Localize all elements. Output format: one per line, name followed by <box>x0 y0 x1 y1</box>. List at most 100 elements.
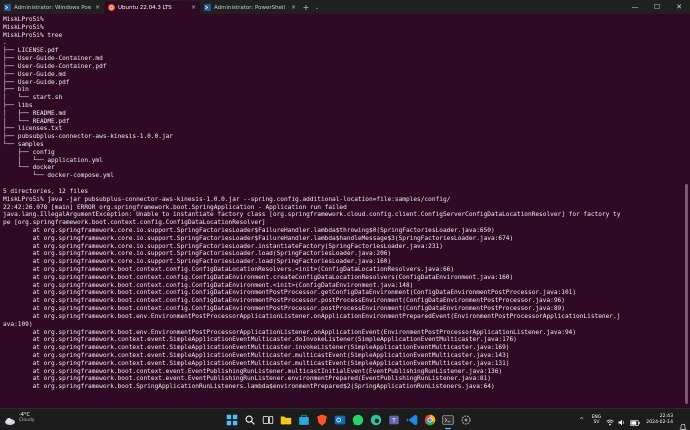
terminal-line: at org.springframework.boot.env.Environm… <box>3 328 577 336</box>
terminal-line: ├── config <box>3 148 55 156</box>
terminal-line: ├── libs <box>3 101 33 109</box>
terminal-icon <box>442 415 454 425</box>
battery-icon[interactable] <box>630 411 640 430</box>
scrollbar[interactable] <box>683 14 690 408</box>
terminal-line: at org.springframework.boot.context.even… <box>3 375 492 383</box>
tab-windows-powershell[interactable]: Administrator: Windows Powe × <box>0 1 104 14</box>
terminal-line: 5 directories, 12 files <box>3 187 89 195</box>
weather-condition: Cloudy <box>19 418 35 423</box>
taskbar-apps: T <box>224 412 474 429</box>
terminal-line: ├── User-Guide-Container.pdf <box>3 62 107 70</box>
taskbar: -4°C Cloudy T ^ ENG SV 22:43 2024-02-14 <box>0 408 690 430</box>
terminal-line: at org.springframework.boot.SpringApplic… <box>3 383 495 391</box>
svg-text:T: T <box>392 418 396 425</box>
weather-widget[interactable]: -4°C Cloudy <box>4 412 35 425</box>
clock[interactable]: 22:43 2024-02-14 <box>646 414 673 426</box>
file-explorer-icon <box>280 416 292 425</box>
terminal-line: at org.springframework.context.event.Sim… <box>3 351 510 359</box>
terminal-line: at org.springframework.context.event.Sim… <box>3 336 517 344</box>
tab-label: Ubuntu 22.04.3 LTS <box>118 4 172 11</box>
terminal-line: at org.springframework.core.io.support.S… <box>3 242 443 250</box>
close-window-button[interactable]: ✕ <box>668 0 690 14</box>
ubuntu-icon <box>108 4 115 11</box>
terminal-line: └── docker-compose.yml <box>3 172 114 180</box>
vscode-icon <box>406 414 418 426</box>
terminal-line: . <box>3 39 7 47</box>
terminal-line: at org.springframework.boot.context.conf… <box>3 281 414 289</box>
terminal-taskbar-button[interactable] <box>440 412 456 429</box>
start-taskbar-button[interactable] <box>224 412 240 428</box>
terminal-line: at org.springframework.core.io.support.S… <box>3 258 392 266</box>
settings-taskbar-button[interactable] <box>458 412 474 428</box>
store-taskbar-button[interactable] <box>296 412 312 428</box>
tab-close-button[interactable]: × <box>95 4 100 11</box>
window-controls: — ☐ ✕ <box>624 0 690 14</box>
edge-icon <box>370 414 382 426</box>
outlook-taskbar-button[interactable] <box>332 412 348 428</box>
search-icon <box>245 415 255 425</box>
tray-overflow-button[interactable]: ^ <box>577 417 587 424</box>
terminal-line: at org.springframework.core.io.support.S… <box>3 234 514 242</box>
language-indicator[interactable]: ENG SV <box>592 415 602 426</box>
tab-bar: Administrator: Windows Powe × Ubuntu 22.… <box>0 0 690 14</box>
wifi-icon[interactable] <box>606 411 615 430</box>
start-icon <box>226 414 238 426</box>
tab-dropdown-button[interactable]: ⌄ <box>312 1 322 14</box>
maximize-button[interactable]: ☐ <box>646 0 668 14</box>
minimize-button[interactable]: — <box>624 0 646 14</box>
terminal-line: ava:109) <box>3 320 33 328</box>
terminal-line: at org.springframework.boot.context.conf… <box>3 273 514 281</box>
chrome-icon <box>424 414 436 426</box>
terminal-line: 22:42:26.078 [main] ERROR org.springfram… <box>3 203 347 211</box>
tab-close-button[interactable]: × <box>191 4 196 11</box>
terminal-line: │ └── start.sh <box>3 94 63 102</box>
speaker-icon[interactable] <box>618 411 626 430</box>
terminal-line: MiskLPro5i% <box>3 23 44 31</box>
terminal-line: pe [org.springframework.boot.context.con… <box>3 219 266 227</box>
brave-icon <box>317 414 327 426</box>
file-explorer-taskbar-button[interactable] <box>278 412 294 428</box>
vscode-taskbar-button[interactable] <box>404 412 420 428</box>
tab-ubuntu[interactable]: Ubuntu 22.04.3 LTS × <box>104 1 200 14</box>
terminal-line: at org.springframework.core.io.support.S… <box>3 226 495 234</box>
terminal-line: at org.springframework.core.io.support.S… <box>3 250 392 258</box>
terminal-line: at org.springframework.boot.context.conf… <box>3 297 565 305</box>
settings-icon <box>461 415 471 425</box>
language-region: SV <box>593 420 600 425</box>
store-icon <box>299 414 309 425</box>
terminal-line: ├── User-Guide-Container.md <box>3 55 103 63</box>
terminal-line: ├── LICENSE.pdf <box>3 47 59 55</box>
task-view-icon <box>262 416 274 424</box>
terminal-line: ├── bin <box>3 86 29 94</box>
terminal-line: MiskLPro5i% tree <box>3 31 63 39</box>
scrollbar-thumb[interactable] <box>685 184 688 404</box>
tab-admin-powershell[interactable]: Administrator: PowerShell × <box>200 1 300 14</box>
powershell-icon <box>204 4 211 11</box>
tab-label: Administrator: Windows Powe <box>14 4 91 11</box>
new-tab-button[interactable]: + <box>300 1 312 14</box>
brave-taskbar-button[interactable] <box>314 412 330 428</box>
edge-taskbar-button[interactable] <box>368 412 384 428</box>
chrome-taskbar-button[interactable] <box>422 412 438 428</box>
notification-bell-icon[interactable] <box>679 416 687 430</box>
terminal-line: at org.springframework.context.event.Sim… <box>3 359 510 367</box>
teams-taskbar-button[interactable]: T <box>386 412 402 428</box>
terminal-line: │ ├── README.md <box>3 109 66 117</box>
terminal-line: java.lang.IllegalArgumentException: Unab… <box>3 211 621 219</box>
task-view-taskbar-button[interactable] <box>260 412 276 428</box>
terminal-line: at org.springframework.boot.context.conf… <box>3 289 577 297</box>
tab-close-button[interactable]: × <box>291 4 296 11</box>
terminal-output[interactable]: MiskLPro5i% MiskLPro5i% MiskLPro5i% tree. ├… <box>0 14 682 408</box>
terminal-line: └── samples <box>3 141 44 148</box>
terminal-line: MiskLPro5i% java -jar pubsubplus-connect… <box>3 195 451 203</box>
terminal-line: MiskLPro5i% <box>3 16 44 23</box>
powershell-icon <box>4 4 11 11</box>
terminal-line: at org.springframework.boot.context.conf… <box>3 266 455 273</box>
clock-date: 2024-02-14 <box>646 420 673 425</box>
terminal-line: at org.springframework.boot.context.even… <box>3 367 503 375</box>
search-taskbar-button[interactable] <box>242 412 258 428</box>
whatsapp-taskbar-button[interactable] <box>350 412 366 428</box>
terminal-line: ├── User-Guide.pdf <box>3 78 70 86</box>
terminal-line: │ └── application.yml <box>3 156 103 164</box>
